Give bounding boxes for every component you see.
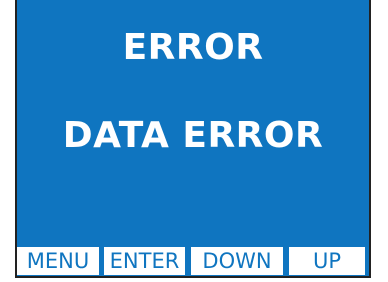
enter-button[interactable]: ENTER bbox=[104, 247, 185, 275]
down-button[interactable]: DOWN bbox=[191, 247, 283, 275]
error-message: DATA ERROR bbox=[62, 115, 324, 156]
menu-button[interactable]: MENU bbox=[17, 247, 99, 275]
error-title: ERROR bbox=[122, 27, 264, 68]
up-button[interactable]: UP bbox=[289, 247, 365, 275]
lcd-screen: ERROR DATA ERROR bbox=[15, 0, 371, 278]
